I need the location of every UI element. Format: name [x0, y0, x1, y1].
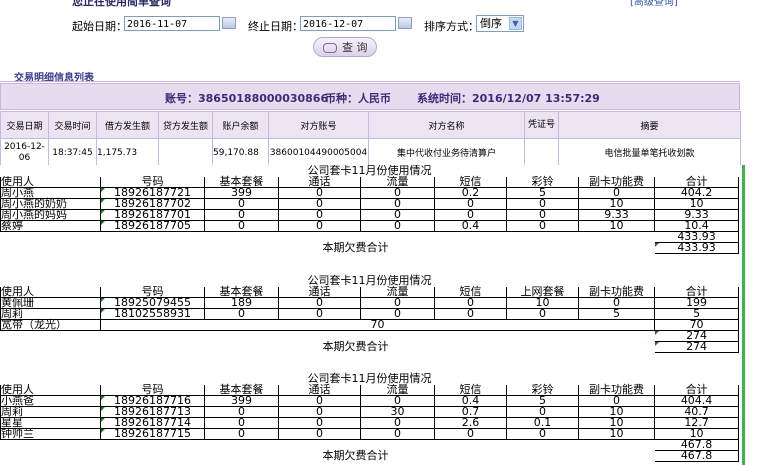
table-cell: 0 — [506, 428, 579, 440]
table-cell: 0 — [204, 308, 279, 320]
user-name: 宽带（龙光） — [0, 319, 101, 331]
col-header[interactable]: 借方发生额 — [96, 111, 159, 139]
col-header[interactable]: 交易时间 — [48, 111, 97, 139]
simple-query-title: 您正在使用简单查询 — [72, 0, 171, 8]
sort-select[interactable]: 倒序 ▼ — [476, 15, 524, 32]
table-row: 小燕爸 18926187716 399 0 0 0.4 5 0 404.4 — [0, 395, 740, 407]
chevron-down-icon[interactable]: ▼ — [509, 17, 522, 30]
table-cell: 5 — [578, 308, 655, 320]
currency: 币种：人民币 — [325, 92, 391, 105]
table-row: 周小燕的妈妈 18926187701 0 0 0 0 0 9.33 9.33 — [0, 209, 740, 221]
table-row: 黄佩珊 18925079455 189 0 0 0 10 0 199 — [0, 297, 740, 309]
account-info-bar: 账号：38650188000030866 币种：人民币 系统时间：2016/12… — [0, 83, 740, 110]
phone-number: 18102558931 — [100, 308, 205, 320]
total-value: 467.8 — [653, 450, 740, 462]
query-button[interactable]: 查 询 — [313, 37, 377, 57]
transaction-table: 交易日期 交易时间 借方发生额 贷方发生额 账户余额 对方账号 对方名称 凭证号… — [0, 111, 741, 167]
table-cell: 0 — [434, 428, 507, 440]
table-row: 周莉 18926187713 0 0 30 0.7 0 10 40.7 — [0, 406, 740, 418]
divider — [0, 81, 740, 82]
search-icon — [322, 43, 337, 53]
end-date-label: 终止日期： — [248, 20, 303, 33]
table-row: 周莉 18102558931 0 0 0 0 0 5 5 — [0, 308, 740, 320]
table-cell: 0 — [278, 428, 361, 440]
table-cell: 0 — [278, 308, 361, 320]
table-cell: 0 — [204, 220, 279, 232]
end-date-input[interactable]: 2016-12-07 — [300, 16, 396, 31]
col-header[interactable]: 对方账号 — [268, 111, 369, 139]
table-cell: 38600104490005004 — [268, 138, 369, 167]
col-header[interactable]: 贷方发生额 — [158, 111, 213, 139]
account-number: 账号：38650188000030866 — [165, 92, 329, 105]
table-cell: 0 — [434, 308, 507, 320]
user-name: 蔡婷 — [0, 220, 101, 232]
table-cell — [524, 138, 559, 167]
table-cell: 0 — [278, 220, 361, 232]
total-value: 274 — [653, 341, 740, 353]
table-row: 星星 18926187714 0 0 0 2.6 0.1 10 12.7 — [0, 417, 740, 429]
usage-group: 公司套卡11月份使用情况 使用人 号码 基本套餐 通话 流量 短信 上网套餐 副… — [0, 275, 740, 353]
table-cell: 2016-12-06 — [0, 138, 49, 167]
sort-select-value: 倒序 — [480, 17, 502, 30]
table-cell: 0 — [360, 428, 435, 440]
user-name: 钟帅兰 — [0, 428, 101, 440]
calendar-icon[interactable] — [222, 17, 236, 29]
table-cell: 10 — [578, 220, 655, 232]
usage-group: 公司套卡11月份使用情况 使用人 号码 基本套餐 通话 流量 短信 彩铃 副卡功… — [0, 373, 740, 462]
col-header[interactable]: 凭证号 — [524, 111, 559, 139]
broadband-fee: 70 — [100, 319, 655, 331]
table-cell: 0 — [506, 220, 579, 232]
total-label: 本期欠费合计 — [322, 340, 389, 353]
calendar-icon[interactable] — [398, 17, 412, 29]
col-header[interactable]: 账户余额 — [212, 111, 269, 139]
col-header[interactable]: 交易日期 — [0, 111, 49, 139]
start-date-label: 起始日期： — [72, 20, 127, 33]
table-cell — [158, 138, 213, 167]
table-cell: 59,170.88 — [212, 138, 269, 167]
total-label: 本期欠费合计 — [322, 241, 389, 254]
system-time: 系统时间：2016/12/07 13:57:29 — [417, 92, 600, 105]
table-cell: 0 — [204, 428, 279, 440]
table-cell: 0 — [506, 308, 579, 320]
advanced-query-link[interactable]: [高级查询] — [630, 0, 678, 8]
table-row: 钟帅兰 18926187715 0 0 0 0 0 10 10 — [0, 428, 740, 440]
table-cell: 0 — [360, 220, 435, 232]
start-date-input[interactable]: 2016-11-07 — [124, 16, 220, 31]
col-header[interactable]: 摘要 — [558, 111, 741, 139]
phone-number: 18926187705 — [100, 220, 205, 232]
table-row: 蔡婷 18926187705 0 0 0 0.4 0 10 10.4 — [0, 220, 740, 232]
total-label: 本期欠费合计 — [322, 449, 389, 462]
col-header[interactable]: 对方名称 — [368, 111, 525, 139]
table-row: 宽带（龙光） 70 70 — [0, 319, 740, 331]
phone-number: 18926187715 — [100, 428, 205, 440]
table-row: 周小燕 18926187721 399 0 0 0.2 5 0 404.2 — [0, 187, 740, 199]
table-cell: 0.4 — [434, 220, 507, 232]
table-cell: 10 — [578, 428, 655, 440]
table-cell: 1,175.73 — [96, 138, 159, 167]
query-button-label: 查 询 — [342, 41, 368, 54]
sort-label: 排序方式： — [424, 20, 479, 33]
table-cell: 集中代收付业务待清算户 — [368, 138, 525, 167]
spreadsheet-overlay: 公司套卡11月份使用情况 使用人 号码 基本套餐 通话 流量 短信 彩铃 副卡功… — [0, 165, 745, 465]
total-value: 433.93 — [653, 242, 740, 254]
table-row[interactable]: 2016-12-06 18:37:45 1,175.73 59,170.88 3… — [0, 138, 741, 167]
table-cell: 电信批量单笔托收划款 — [558, 138, 741, 167]
table-cell: 18:37:45 — [48, 138, 97, 167]
usage-group: 公司套卡11月份使用情况 使用人 号码 基本套餐 通话 流量 短信 彩铃 副卡功… — [0, 165, 740, 254]
